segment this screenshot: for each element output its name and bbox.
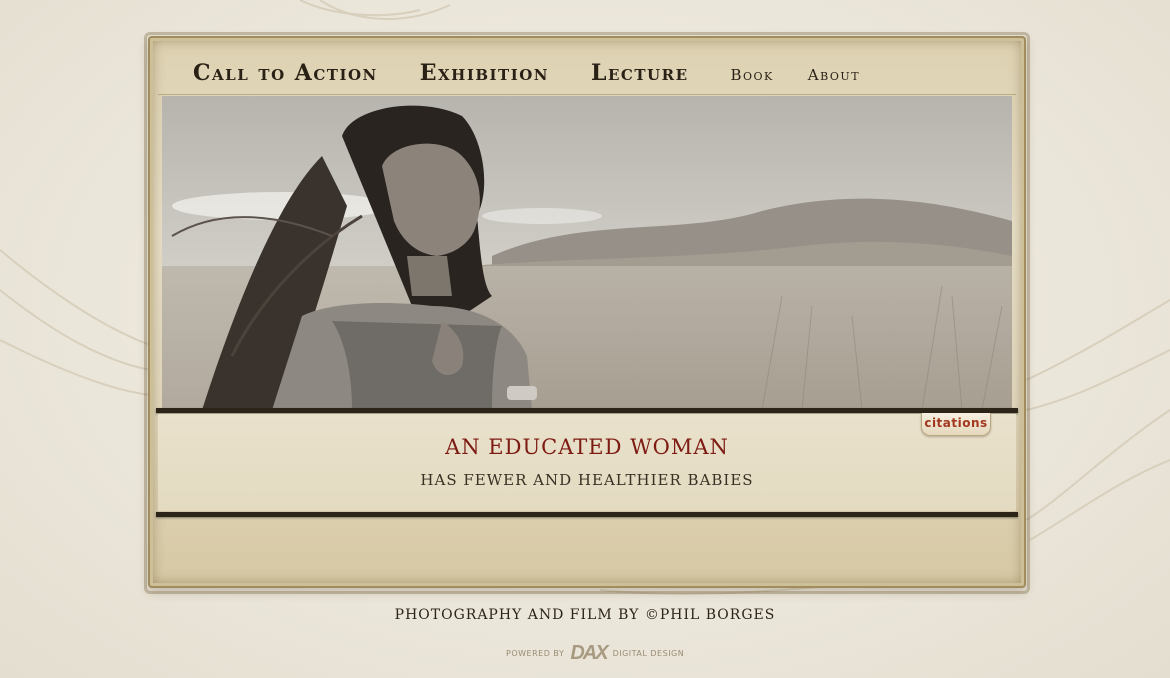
- citations-button[interactable]: citations: [921, 413, 991, 436]
- feature-headline: AN EDUCATED WOMAN: [445, 435, 729, 459]
- digital-design-label: DIGITAL DESIGN: [612, 648, 685, 658]
- photography-credit: PHOTOGRAPHY AND FILM BY ©PHIL BORGES: [394, 607, 776, 623]
- hero-photo: [162, 96, 1012, 410]
- nav-lecture[interactable]: Lecture: [591, 60, 688, 86]
- nav-exhibition[interactable]: Exhibition: [420, 60, 549, 86]
- caption-area: AN EDUCATED WOMAN HAS FEWER AND HEALTHIE…: [158, 414, 1016, 511]
- caption-bottom-band: [156, 512, 1018, 517]
- powered-by-label: POWERED BY: [506, 648, 565, 658]
- nav-book[interactable]: Book: [731, 66, 774, 84]
- nav-divider: [158, 94, 1016, 95]
- dax-logo: DAX: [570, 641, 608, 664]
- nav-call-to-action[interactable]: Call to Action: [193, 60, 378, 86]
- caption-top-band: [156, 408, 1018, 413]
- nav-about[interactable]: About: [808, 66, 860, 84]
- feature-subline: HAS FEWER AND HEALTHIER BABIES: [420, 471, 754, 489]
- powered-by-dax[interactable]: POWERED BY DAX DIGITAL DESIGN: [506, 640, 684, 666]
- content-panel: Call to Action Exhibition Lecture Book A…: [144, 32, 1030, 594]
- main-nav: Call to Action Exhibition Lecture Book A…: [193, 60, 894, 90]
